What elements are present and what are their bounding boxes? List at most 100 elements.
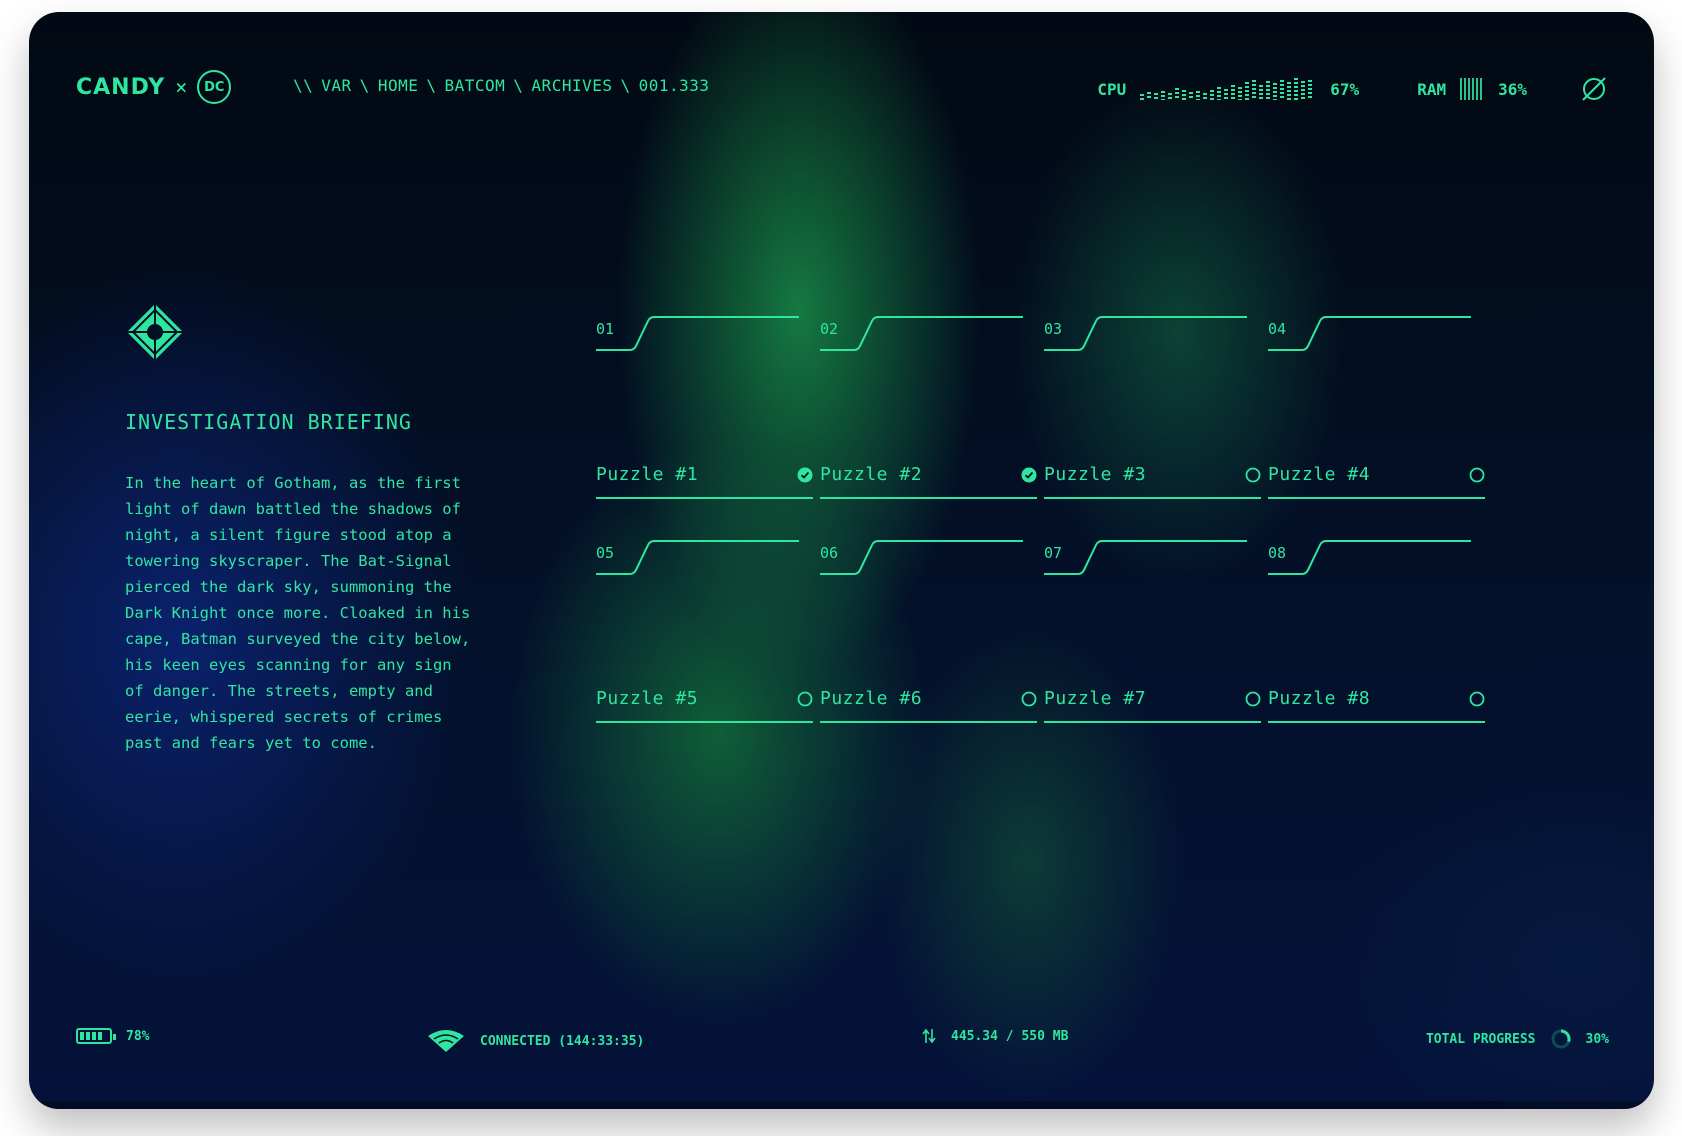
- progress-label: TOTAL PROGRESS: [1425, 1031, 1536, 1047]
- cpu-bar: [1308, 80, 1313, 100]
- cpu-bar: [1147, 92, 1152, 100]
- status-bar: 78% CONNECTED (144:33:35) 445.34 / 550 M…: [76, 1028, 1609, 1052]
- battery-segment: [92, 1032, 96, 1040]
- battery-segment: [86, 1032, 90, 1040]
- cpu-bar: [1245, 82, 1250, 100]
- cpu-bar: [1210, 90, 1215, 100]
- cpu-bar: [1203, 93, 1208, 100]
- breadcrumb-item-archives[interactable]: ARCHIVES: [531, 76, 612, 95]
- puzzle-number: 03: [1044, 320, 1063, 338]
- puzzle-number: 08: [1268, 544, 1287, 562]
- puzzle-grid: 01 Puzzle #1 02 Puzzle #2 03 Puzzle #3 04 Puzzl…: [596, 307, 1516, 747]
- progress-ring-icon: [1551, 1029, 1571, 1049]
- puzzle-underline: [1044, 721, 1261, 723]
- battery-segment: [104, 1032, 108, 1040]
- cpu-value: 67%: [1330, 79, 1360, 99]
- battery-segment: [80, 1032, 84, 1040]
- puzzle-label: Puzzle #2: [820, 464, 923, 485]
- puzzle-card[interactable]: 06 Puzzle #6: [820, 531, 1037, 726]
- puzzle-label: Puzzle #6: [820, 688, 923, 709]
- puzzle-tab-outline: [1268, 316, 1471, 351]
- briefing-panel: INVESTIGATION BRIEFING In the heart of G…: [125, 302, 505, 756]
- cpu-bar: [1224, 89, 1229, 100]
- puzzle-card[interactable]: 01 Puzzle #1: [596, 307, 813, 502]
- puzzle-underline: [1044, 497, 1261, 499]
- cpu-bar: [1189, 92, 1194, 100]
- empty-circle-icon: [797, 691, 813, 707]
- puzzle-label: Puzzle #7: [1044, 688, 1147, 709]
- top-bar: CANDY × DC \\ VAR \ HOME \ BATCOM \ ARCH…: [76, 60, 1609, 108]
- puzzle-tab-outline: [1044, 540, 1247, 575]
- cpu-bar: [1175, 88, 1180, 100]
- cpu-bar: [1182, 90, 1187, 100]
- ram-meter: [1460, 78, 1485, 100]
- connection-status: CONNECTED (144:33:35): [426, 1028, 644, 1054]
- empty-circle-icon: [1469, 691, 1485, 707]
- cpu-bar: [1252, 80, 1257, 100]
- puzzle-label: Puzzle #4: [1268, 464, 1371, 485]
- cpu-bar: [1168, 93, 1173, 100]
- breadcrumb-item-home[interactable]: HOME: [378, 76, 419, 95]
- puzzle-underline: [820, 721, 1037, 723]
- puzzle-card[interactable]: 07 Puzzle #7: [1044, 531, 1261, 726]
- puzzle-number: 02: [820, 320, 839, 338]
- breadcrumb-separator: \: [620, 76, 631, 95]
- puzzle-underline: [1268, 721, 1485, 723]
- puzzle-number: 07: [1044, 544, 1063, 562]
- breadcrumb-root[interactable]: \\: [293, 76, 313, 95]
- puzzle-number: 04: [1268, 320, 1287, 338]
- cpu-bar: [1287, 82, 1292, 100]
- batcom-diamond-icon: [127, 304, 183, 360]
- cpu-meter: [1140, 78, 1313, 100]
- ram-label: RAM: [1417, 79, 1447, 99]
- empty-circle-icon: [1245, 467, 1261, 483]
- breadcrumb-separator: \: [513, 76, 524, 95]
- briefing-title: INVESTIGATION BRIEFING: [125, 410, 412, 434]
- puzzle-card[interactable]: 02 Puzzle #2: [820, 307, 1037, 502]
- cpu-bar: [1273, 83, 1278, 100]
- ram-value: 36%: [1498, 79, 1527, 99]
- empty-circle-icon: [1469, 467, 1485, 483]
- puzzle-tab-outline: [596, 540, 799, 575]
- puzzle-tab-outline: [820, 540, 1023, 575]
- logo: CANDY × DC: [76, 70, 232, 104]
- cpu-bar: [1231, 85, 1236, 100]
- puzzle-underline: [1268, 497, 1485, 499]
- cpu-bar: [1301, 81, 1306, 100]
- puzzle-underline: [596, 497, 813, 499]
- system-monitor: CPU 67% RAM 36%: [1097, 74, 1609, 104]
- puzzle-tab-outline: [596, 316, 799, 351]
- cpu-bar: [1266, 81, 1271, 100]
- breadcrumb: \\ VAR \ HOME \ BATCOM \ ARCHIVES \ 001.…: [293, 76, 710, 95]
- cpu-label: CPU: [1097, 79, 1127, 99]
- empty-circle-icon: [1245, 691, 1261, 707]
- check-circle-icon: [797, 467, 813, 483]
- puzzle-card[interactable]: 08 Puzzle #8: [1268, 531, 1485, 726]
- puzzle-tab-outline: [1044, 316, 1247, 351]
- puzzle-label: Puzzle #8: [1268, 688, 1371, 709]
- cpu-bar: [1154, 93, 1159, 100]
- cpu-bar: [1140, 94, 1145, 100]
- puzzle-number: 01: [596, 320, 615, 338]
- battery-segment: [98, 1032, 102, 1040]
- puzzle-card[interactable]: 03 Puzzle #3: [1044, 307, 1261, 502]
- breadcrumb-item-batcom[interactable]: BATCOM: [444, 76, 505, 95]
- transfer-text: 445.34 / 550 MB: [951, 1028, 1069, 1044]
- breadcrumb-item-var[interactable]: VAR: [321, 76, 351, 95]
- progress-value: 30%: [1585, 1031, 1609, 1047]
- total-progress: TOTAL PROGRESS 30%: [1426, 1028, 1609, 1050]
- null-circle-icon[interactable]: [1579, 74, 1609, 104]
- puzzle-tab-outline: [820, 316, 1023, 351]
- transfer-arrows-icon: [922, 1028, 936, 1044]
- breadcrumb-separator: \: [359, 76, 370, 95]
- check-circle-icon: [1021, 467, 1037, 483]
- cpu-bar: [1259, 85, 1264, 100]
- connection-text: CONNECTED (144:33:35): [480, 1033, 645, 1049]
- puzzle-label: Puzzle #1: [596, 464, 699, 485]
- puzzle-card[interactable]: 04 Puzzle #4: [1268, 307, 1485, 502]
- empty-circle-icon: [1021, 691, 1037, 707]
- briefing-text: In the heart of Gotham, as the first lig…: [125, 474, 471, 752]
- logo-candy: CANDY: [76, 74, 166, 100]
- breadcrumb-item-current: 001.333: [638, 76, 710, 95]
- puzzle-card[interactable]: 05 Puzzle #5: [596, 531, 813, 726]
